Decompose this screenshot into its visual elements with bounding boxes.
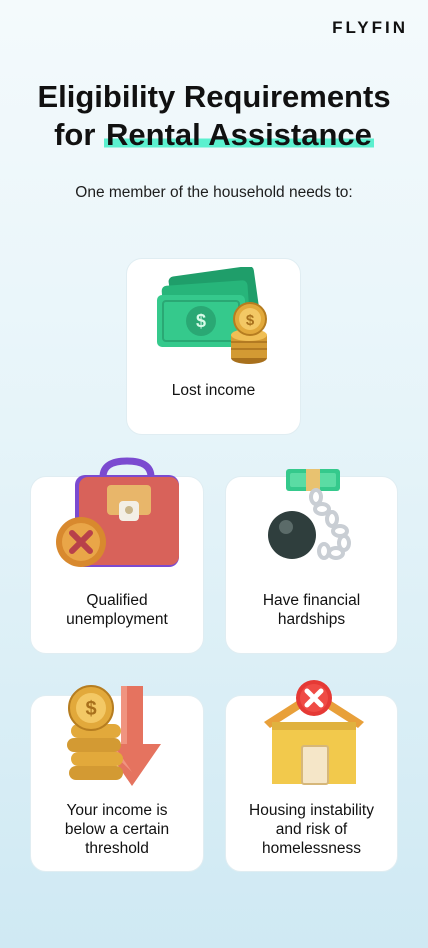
card-label: Have financial hardships <box>236 591 387 629</box>
label-line: and risk of <box>275 821 348 838</box>
label-line: homelessness <box>261 840 362 857</box>
card-housing-instability: Housing instability and risk of homeless… <box>225 680 398 872</box>
svg-text:$: $ <box>196 311 206 331</box>
page-title: Eligibility Requirements for Rental Assi… <box>0 78 428 154</box>
label-line: hardships <box>277 611 346 628</box>
card-lost-income: $ $ Lost income <box>126 258 301 435</box>
briefcase-x-icon <box>56 457 179 567</box>
title-line-2-prefix: for <box>54 117 104 152</box>
page-subtitle: One member of the household needs to: <box>75 184 353 201</box>
label-line: Housing instability <box>249 802 374 819</box>
svg-text:$: $ <box>246 312 255 329</box>
title-highlight: Rental Assistance <box>104 117 374 152</box>
label-line: Qualified <box>86 592 148 609</box>
label-line: threshold <box>85 840 149 857</box>
svg-text:$: $ <box>85 698 96 720</box>
label-line: Have financial <box>262 592 361 609</box>
coins-down-arrow-icon: $ <box>67 685 161 786</box>
card-label: Your income is below a certain threshold <box>41 801 193 858</box>
brand-logo: FLYFIN <box>332 18 408 37</box>
ball-chain-money-icon <box>268 469 351 560</box>
card-label: Lost income <box>171 382 256 399</box>
label-line: below a certain <box>64 821 170 838</box>
card-label: Qualified unemployment <box>41 591 193 629</box>
house-x-icon <box>264 680 364 785</box>
title-line-1: Eligibility Requirements <box>37 79 391 114</box>
title-line-2: for Rental Assistance <box>0 116 428 154</box>
card-income-threshold: $ Your income is below a certain thresho… <box>30 685 204 872</box>
label-line: unemployment <box>66 611 168 628</box>
card-financial-hardships: Have financial hardships <box>225 469 398 654</box>
card-qualified-unemployment: Qualified unemployment <box>30 457 204 654</box>
label-line: Your income is <box>66 802 168 819</box>
card-label: Housing instability and risk of homeless… <box>236 801 387 858</box>
money-coins-icon: $ $ <box>157 267 267 364</box>
